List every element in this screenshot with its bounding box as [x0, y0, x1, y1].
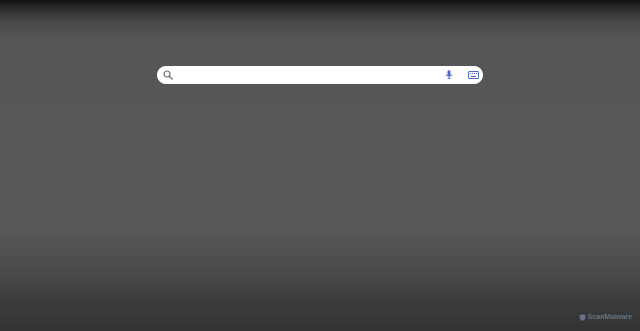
microphone-icon[interactable] — [445, 70, 453, 80]
search-input[interactable] — [177, 67, 437, 83]
search-bar[interactable] — [157, 66, 483, 84]
watermark-text: ScanMalware — [587, 314, 632, 321]
watermark: ScanMalware — [579, 314, 632, 321]
page-background: ScanMalware — [0, 0, 640, 331]
search-icon — [163, 70, 173, 80]
shield-logo-icon — [579, 314, 586, 321]
keyboard-icon[interactable] — [468, 71, 479, 79]
